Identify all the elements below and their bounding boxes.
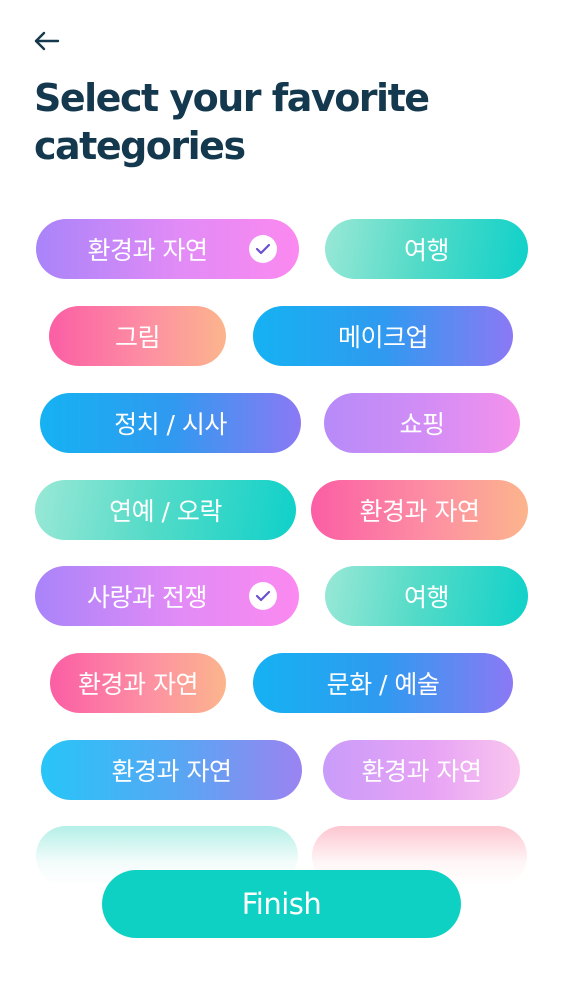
category-chip-politics[interactable]: 정치 / 시사 <box>40 393 301 453</box>
category-chip-label: 쇼핑 <box>399 410 445 439</box>
category-chip-label: 환경과 자연 <box>111 757 232 786</box>
category-chip-label: 연예 / 오락 <box>109 497 222 526</box>
category-chip-nature-5[interactable]: 환경과 자연 <box>323 740 520 800</box>
category-chip-label: 정치 / 시사 <box>114 410 227 439</box>
category-chip-nature-4[interactable]: 환경과 자연 <box>41 740 302 800</box>
category-chip-label: 여행 <box>403 236 450 265</box>
back-button[interactable] <box>33 28 63 54</box>
check-icon <box>249 582 277 610</box>
category-chip-travel[interactable]: 여행 <box>325 219 528 279</box>
category-chip-nature-3[interactable]: 환경과 자연 <box>50 653 226 713</box>
category-chip-label: 메이크업 <box>337 323 429 352</box>
check-icon <box>249 235 277 263</box>
category-chip-love-war[interactable]: 사랑과 전쟁 <box>35 566 299 626</box>
arrow-left-icon <box>34 31 60 51</box>
category-chip-nature[interactable]: 환경과 자연 <box>36 219 299 279</box>
category-chip-shopping[interactable]: 쇼핑 <box>324 393 520 453</box>
category-chip-label: 문화 / 예술 <box>326 670 440 699</box>
category-chip-label: 그림 <box>114 323 161 352</box>
category-chip-nature-2[interactable]: 환경과 자연 <box>311 480 528 540</box>
category-chip-label: 환경과 자연 <box>359 497 480 526</box>
category-chip-drawing[interactable]: 그림 <box>49 306 226 366</box>
category-chip-label: 환경과 자연 <box>361 757 482 786</box>
category-chip-makeup[interactable]: 메이크업 <box>253 306 513 366</box>
category-chip-label: 사랑과 전쟁 <box>87 583 207 612</box>
page-title-line-1: Select your favorite <box>34 76 430 120</box>
category-chip-label: 환경과 자연 <box>78 670 198 699</box>
category-chip-culture-art[interactable]: 문화 / 예술 <box>253 653 513 713</box>
category-chip-travel-2[interactable]: 여행 <box>325 566 528 626</box>
finish-button[interactable]: Finish <box>102 870 461 938</box>
category-chip-label: 여행 <box>403 583 450 612</box>
category-chip-entertainment[interactable]: 연예 / 오락 <box>35 480 296 540</box>
page-title: Select your favorite categories <box>34 74 504 170</box>
category-chip-label: 환경과 자연 <box>87 236 208 265</box>
page-title-line-2: categories <box>34 124 246 168</box>
